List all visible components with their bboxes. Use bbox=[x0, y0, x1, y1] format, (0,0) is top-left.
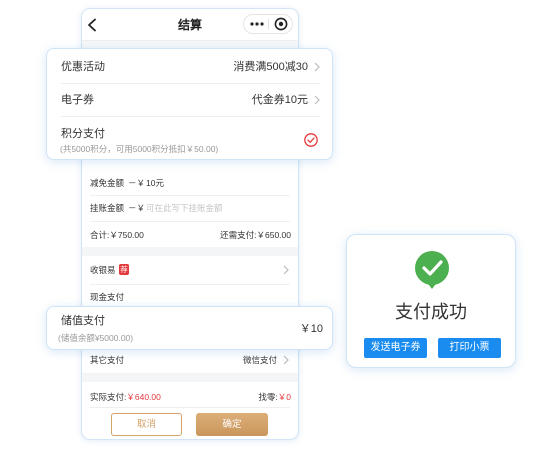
send-coupon-button[interactable]: 发送电子券 bbox=[364, 338, 427, 358]
confirm-button[interactable]: 确定 bbox=[196, 413, 268, 436]
check-circle-icon[interactable] bbox=[304, 133, 318, 147]
chevron-right-icon bbox=[283, 265, 289, 275]
reduce-amount-value[interactable]: 10元 bbox=[146, 177, 164, 189]
row-divider bbox=[90, 407, 290, 408]
mini-program-capsule bbox=[243, 14, 293, 34]
stored-value-amount[interactable]: ￥10 bbox=[300, 321, 323, 337]
points-pay-label: 积分支付 bbox=[61, 128, 105, 140]
cashier-pay-row[interactable]: 收银易 荐 bbox=[82, 262, 298, 278]
section-gap bbox=[82, 373, 298, 382]
stored-value-card[interactable]: 储值支付 (储值余额¥5000.00) ￥10 bbox=[46, 306, 333, 350]
row-divider bbox=[90, 284, 290, 285]
remaining-value: ￥650.00 bbox=[256, 230, 292, 240]
promotion-value: 消费满500减30 bbox=[233, 61, 308, 73]
payment-success-card: 支付成功 发送电子券 打印小票 bbox=[346, 234, 516, 368]
total-amount: 合计:￥750.00 bbox=[90, 229, 144, 241]
recommend-badge: 荐 bbox=[119, 264, 129, 275]
coupon-row[interactable]: 电子券 代金券10元 bbox=[47, 84, 332, 116]
success-check-icon bbox=[415, 251, 449, 289]
cash-pay-row[interactable]: 现金支付 bbox=[82, 289, 298, 305]
cashier-pay-label: 收银易 bbox=[90, 265, 116, 275]
credit-amount-label: 挂账金额 bbox=[90, 203, 125, 213]
checkout-scene: 结算 减免金额 －￥ 10元 挂账金额 －￥ 合计:￥750.00 还需支付:￥… bbox=[0, 0, 552, 460]
cash-pay-label: 现金支付 bbox=[90, 292, 125, 302]
chevron-right-icon bbox=[283, 355, 289, 365]
other-pay-row[interactable]: 其它支付 微信支付 bbox=[82, 352, 298, 368]
reduce-amount-label: 减免金额 bbox=[90, 178, 125, 188]
promotion-label: 优惠活动 bbox=[61, 61, 105, 73]
row-divider bbox=[90, 195, 290, 196]
reduce-amount-prefix: －￥ bbox=[128, 178, 146, 188]
credit-amount-input[interactable] bbox=[146, 201, 286, 215]
change-amount: 找零:￥0 bbox=[258, 391, 291, 403]
coupon-label: 电子券 bbox=[61, 94, 94, 106]
points-pay-row[interactable]: 积分支付 (共5000积分，可用5000积分抵扣￥50.00) bbox=[47, 117, 332, 159]
remaining-amount: 还需支付:￥650.00 bbox=[220, 229, 291, 241]
nav-bar: 结算 bbox=[82, 9, 298, 41]
actual-payment-value: ￥640.00 bbox=[126, 392, 161, 402]
section-gap bbox=[82, 247, 298, 256]
other-pay-label: 其它支付 bbox=[90, 355, 125, 365]
success-title: 支付成功 bbox=[395, 302, 467, 322]
other-pay-method: 微信支付 bbox=[242, 355, 277, 365]
actual-payment-label: 实际支付: bbox=[90, 392, 127, 402]
total-value: ￥750.00 bbox=[109, 230, 144, 240]
coupon-value: 代金券10元 bbox=[251, 94, 308, 106]
remaining-label: 还需支付: bbox=[220, 230, 257, 240]
stored-value-balance: (储值余额¥5000.00) bbox=[58, 333, 134, 343]
chevron-right-icon bbox=[314, 95, 320, 105]
credit-amount-prefix: －￥ bbox=[128, 203, 146, 213]
change-value: ￥0 bbox=[277, 392, 291, 402]
target-circle-icon[interactable] bbox=[274, 17, 288, 31]
more-dots-icon[interactable] bbox=[249, 19, 265, 29]
actual-payment: 实际支付:￥640.00 bbox=[90, 391, 161, 403]
stored-value-label: 储值支付 bbox=[61, 315, 105, 327]
promotion-row[interactable]: 优惠活动 消费满500减30 bbox=[47, 49, 332, 83]
capsule-divider bbox=[268, 19, 269, 29]
discount-card: 优惠活动 消费满500减30 电子券 代金券10元 积分支付 (共5000积分，… bbox=[46, 48, 333, 160]
change-label: 找零: bbox=[258, 392, 278, 402]
points-pay-note: (共5000积分，可用5000积分抵扣￥50.00) bbox=[60, 144, 219, 154]
print-receipt-button[interactable]: 打印小票 bbox=[438, 338, 501, 358]
row-divider bbox=[90, 221, 290, 222]
total-label: 合计: bbox=[90, 230, 110, 240]
chevron-right-icon bbox=[314, 62, 320, 72]
cancel-button[interactable]: 取消 bbox=[111, 413, 182, 436]
